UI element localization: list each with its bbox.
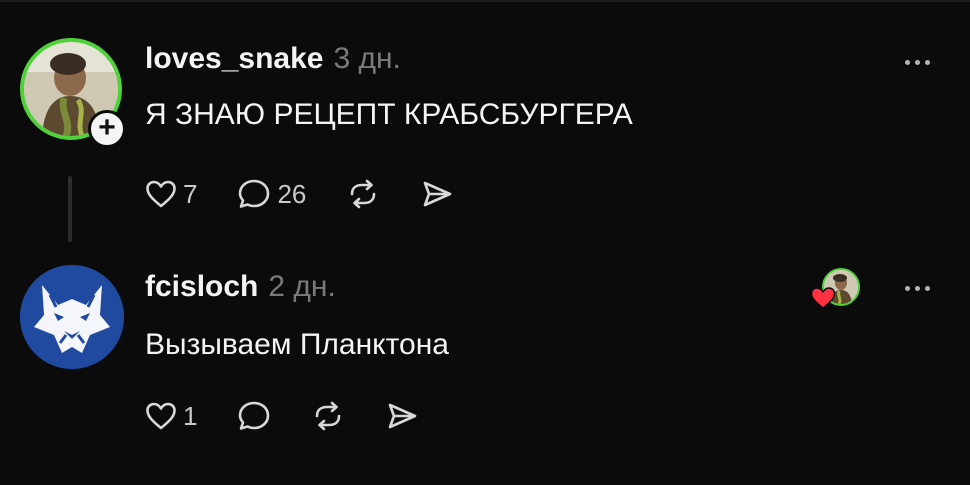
avatar[interactable] [20,265,124,369]
timestamp: 2 дн. [268,270,336,303]
post-loves-snake: + loves_snake 3 дн. Я ЗНАЮ РЕЦЕПТ КРАБСБ… [0,0,970,250]
ellipsis-icon [905,286,910,291]
share-button[interactable] [420,178,454,210]
ellipsis-dot [925,60,930,65]
repost-arrows-icon [351,179,376,209]
comment-button[interactable] [237,400,271,432]
ellipsis-dot [915,60,920,65]
send-paper-plane-icon [424,181,452,207]
action-bar: 1 [145,400,459,432]
speech-bubble-icon [239,401,270,430]
like-count: 7 [183,178,198,209]
post-fcisloch: fcisloch 2 дн. Вызываем Планктона 1 [0,250,970,485]
username[interactable]: loves_snake [145,42,323,76]
username[interactable]: fcisloch [145,270,258,304]
more-options-button[interactable] [905,60,930,65]
follow-plus-button[interactable]: + [88,110,126,148]
ellipsis-icon [905,60,910,65]
send-paper-plane-icon [389,403,417,429]
ellipsis-dot [925,286,930,291]
speech-bubble-icon [239,179,270,208]
like-count: 1 [183,400,198,431]
timestamp: 3 дн. [333,42,401,75]
action-bar: 7 26 [145,178,494,210]
comment-count: 26 [277,178,307,209]
repost-button[interactable] [346,178,380,210]
ellipsis-dot [915,286,920,291]
heart-outline-icon [146,180,176,208]
post-header: fcisloch 2 дн. [145,270,336,304]
liked-by-author-indicator [810,266,864,316]
repost-arrows-icon [316,401,341,431]
share-button[interactable] [385,400,419,432]
like-button[interactable]: 1 [145,401,197,432]
comment-button[interactable]: 26 [237,178,306,210]
more-options-button[interactable] [905,286,930,291]
heart-outline-icon [146,402,176,430]
post-text: Я ЗНАЮ РЕЦЕПТ КРАБСБУРГЕРА [145,98,633,131]
post-text: Вызываем Планктона [145,328,449,361]
like-button[interactable]: 7 [145,179,197,210]
post-header: loves_snake 3 дн. [145,42,401,76]
thread-line [68,176,72,242]
heart-filled-icon [810,287,836,309]
wolf-logo-avatar-icon [20,265,124,369]
repost-button[interactable] [311,400,345,432]
